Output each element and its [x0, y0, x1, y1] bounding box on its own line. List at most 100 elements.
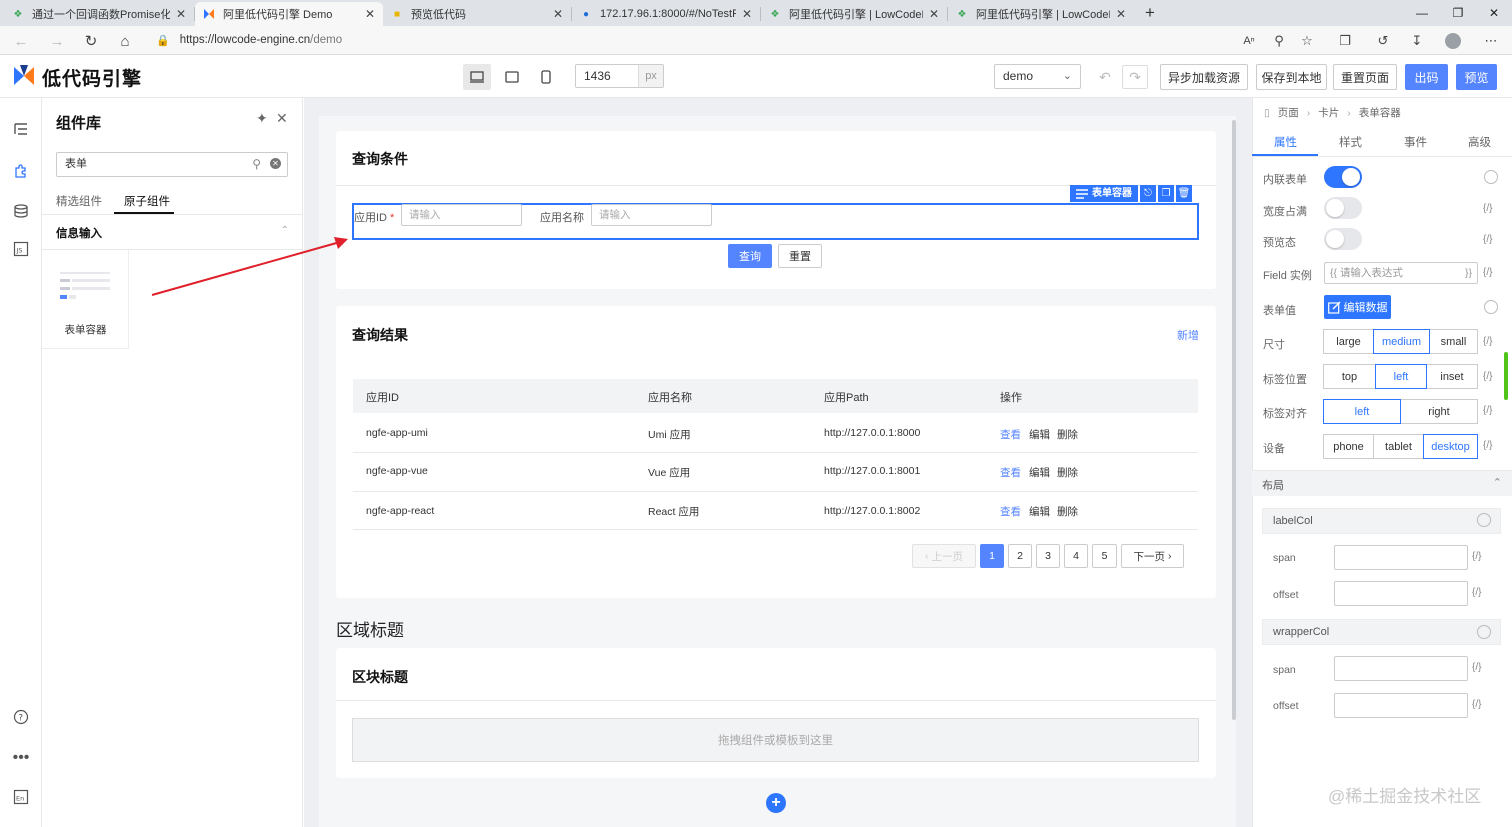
components-puzzle-icon[interactable] — [10, 160, 32, 182]
canvas-scrollbar[interactable] — [1232, 120, 1236, 720]
layout-group-header[interactable]: 布局 ⌃ — [1252, 470, 1512, 496]
outline-tree-icon[interactable] — [10, 118, 32, 140]
tab-atomic-components[interactable]: 原子组件 — [124, 193, 170, 209]
home-icon[interactable]: ⌂ — [114, 30, 136, 52]
browser-tab[interactable]: ■ 预览低代码 ✕ — [383, 2, 571, 26]
device-desktop-icon[interactable] — [463, 64, 491, 90]
browser-tab[interactable]: ● 172.17.96.1:8000/#/NoTestPage ✕ — [572, 2, 760, 26]
device-phone-icon[interactable] — [532, 64, 560, 90]
help-icon[interactable]: ? — [10, 706, 32, 728]
size-option-medium[interactable]: medium — [1373, 329, 1430, 354]
reload-icon[interactable]: ↻ — [80, 30, 102, 52]
variable-icon[interactable]: {/} — [1483, 405, 1492, 416]
datasource-icon[interactable] — [10, 200, 32, 222]
save-local-button[interactable]: 保存到本地 — [1256, 64, 1327, 90]
tab-close-icon[interactable]: ✕ — [1116, 7, 1126, 21]
label-position-option-top[interactable]: top — [1323, 364, 1376, 389]
size-option-small[interactable]: small — [1429, 329, 1478, 354]
page-button-5[interactable]: 5 — [1092, 544, 1117, 568]
label-col-span-input[interactable] — [1334, 545, 1468, 570]
variable-icon[interactable]: {/} — [1483, 371, 1492, 382]
wrapper-col-group[interactable]: wrapperCol — [1262, 619, 1501, 645]
restore-icon[interactable]: ❐ — [1438, 0, 1478, 26]
next-page-button[interactable]: 下一页 › — [1121, 544, 1184, 568]
history-icon[interactable]: ↺ — [1372, 30, 1394, 52]
prop-setter-toggle-icon[interactable] — [1484, 170, 1498, 184]
async-load-button[interactable]: 异步加载资源 — [1160, 64, 1248, 90]
label-col-group[interactable]: labelCol — [1262, 508, 1501, 534]
tab-close-icon[interactable]: ✕ — [365, 7, 375, 21]
tab-props[interactable]: 属性 — [1274, 134, 1297, 150]
inline-switch[interactable] — [1324, 166, 1362, 188]
prev-page-button[interactable]: ‹ 上一页 — [912, 544, 976, 568]
label-align-option-left[interactable]: left — [1323, 399, 1401, 424]
favorite-icon[interactable]: ☆ — [1296, 30, 1318, 52]
delete-link[interactable]: 删除 — [1057, 465, 1078, 480]
device-tablet-icon[interactable] — [498, 64, 526, 90]
browser-tab[interactable]: ❖ 阿里低代码引擎 | LowCodeEngine ✕ — [761, 2, 947, 26]
read-aloud-icon[interactable]: Aⁿ — [1238, 30, 1260, 52]
wrapper-col-span-input[interactable] — [1334, 656, 1468, 681]
tab-style[interactable]: 样式 — [1339, 134, 1362, 150]
tab-close-icon[interactable]: ✕ — [553, 7, 563, 21]
canvas-width-input[interactable]: 1436 px — [575, 64, 664, 88]
tab-featured-components[interactable]: 精选组件 — [56, 193, 102, 209]
delete-link[interactable]: 删除 — [1057, 504, 1078, 519]
breadcrumb-form-container[interactable]: 表单容器 — [1359, 105, 1401, 120]
back-icon[interactable]: ← — [10, 30, 32, 52]
settings-scrollbar[interactable] — [1504, 352, 1508, 400]
undo-icon[interactable]: ↶ — [1092, 65, 1118, 89]
page-button-3[interactable]: 3 — [1036, 544, 1060, 568]
avatar[interactable] — [1442, 30, 1464, 52]
preview-switch[interactable] — [1324, 228, 1362, 250]
drop-zone[interactable]: 拖拽组件或模板到这里 — [352, 718, 1199, 762]
close-window-icon[interactable]: ✕ — [1474, 0, 1512, 26]
variable-icon[interactable]: {/} — [1472, 587, 1481, 598]
export-code-button[interactable]: 出码 — [1405, 64, 1448, 90]
extensions-icon[interactable]: ❐ — [1334, 30, 1356, 52]
browser-menu-icon[interactable]: ⋯ — [1480, 30, 1502, 52]
delete-link[interactable]: 删除 — [1057, 427, 1078, 442]
tab-close-icon[interactable]: ✕ — [176, 7, 186, 21]
app-id-input[interactable]: 请输入 — [401, 204, 522, 226]
variable-icon[interactable]: {/} — [1472, 551, 1481, 562]
clear-icon[interactable]: ✕ — [270, 158, 281, 169]
breadcrumb-page[interactable]: 页面 — [1278, 105, 1299, 120]
forward-icon[interactable]: → — [46, 30, 68, 52]
variable-icon[interactable]: {/} — [1483, 267, 1492, 278]
variable-icon[interactable]: {/} — [1483, 234, 1492, 245]
wrapper-col-offset-input[interactable] — [1334, 693, 1468, 718]
page-button-1[interactable]: 1 — [980, 544, 1004, 568]
edit-data-button[interactable]: 编辑数据 — [1324, 295, 1391, 319]
variable-icon[interactable]: {/} — [1483, 440, 1492, 451]
redo-icon[interactable]: ↷ — [1122, 65, 1148, 89]
browser-tab[interactable]: ❖ 通过一个回调函数Promise化的IP ✕ — [4, 2, 194, 26]
page-button-4[interactable]: 4 — [1064, 544, 1088, 568]
device-option-tablet[interactable]: tablet — [1373, 434, 1424, 459]
close-icon[interactable]: ✕ — [276, 110, 288, 127]
new-tab-button[interactable]: + — [1140, 3, 1160, 23]
prop-setter-toggle-icon[interactable] — [1484, 300, 1498, 314]
url-field[interactable]: 🔒 https://lowcode-engine.cn /demo — [156, 29, 1324, 51]
tab-close-icon[interactable]: ✕ — [742, 7, 752, 21]
more-icon[interactable]: ••• — [10, 747, 32, 769]
prop-setter-toggle-icon[interactable] — [1477, 513, 1491, 527]
delete-icon[interactable]: 🗑 — [1176, 185, 1192, 202]
preview-button[interactable]: 预览 — [1456, 64, 1497, 90]
component-search-input[interactable]: 表单 ⚲ ✕ — [56, 152, 288, 177]
prop-setter-toggle-icon[interactable] — [1477, 625, 1491, 639]
label-col-offset-input[interactable] — [1334, 581, 1468, 606]
download-icon[interactable]: ↧ — [1406, 30, 1428, 52]
variable-icon[interactable]: {/} — [1483, 336, 1492, 347]
variable-icon[interactable]: {/} — [1472, 699, 1481, 710]
scenario-select[interactable]: demo ⌄ — [994, 64, 1081, 89]
app-name-input[interactable]: 请输入 — [591, 204, 712, 226]
edit-link[interactable]: 编辑 — [1029, 504, 1050, 519]
add-block-icon[interactable]: + — [766, 793, 786, 813]
breadcrumb-card[interactable]: 卡片 — [1318, 105, 1339, 120]
full-width-switch[interactable] — [1324, 197, 1362, 219]
reset-button[interactable]: 重置 — [778, 244, 822, 268]
edit-link[interactable]: 编辑 — [1029, 465, 1050, 480]
tab-close-icon[interactable]: ✕ — [929, 7, 939, 21]
view-link[interactable]: 查看 — [1000, 465, 1021, 480]
